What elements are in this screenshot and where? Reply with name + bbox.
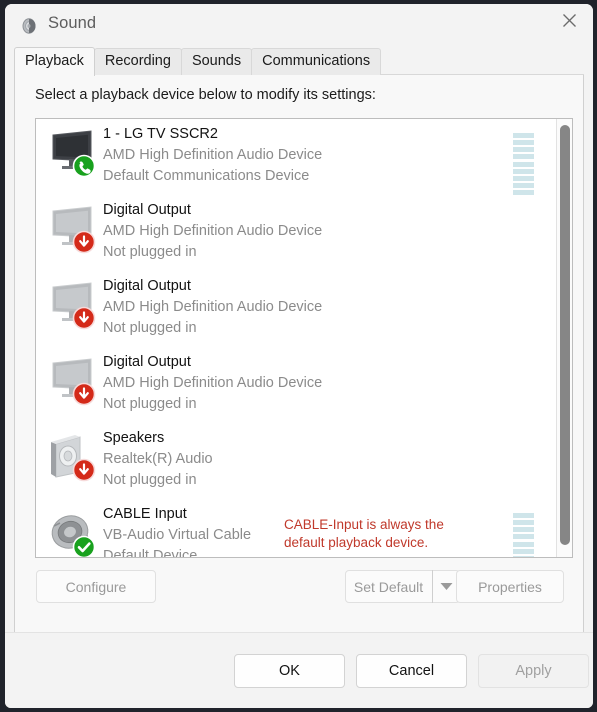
window-client-area: Sound Playback Recording Sounds Communic… xyxy=(5,4,593,708)
device-status: Default Communications Device xyxy=(103,168,310,184)
tv-icon xyxy=(48,204,98,256)
scrollbar-thumb[interactable] xyxy=(560,125,570,545)
playback-device-list[interactable]: 1 - LG TV SSCR2 AMD High Definition Audi… xyxy=(35,118,573,558)
tv-icon xyxy=(48,280,98,332)
volume-meter xyxy=(513,133,534,195)
tab-playback[interactable]: Playback xyxy=(14,47,95,76)
action-button-row: Configure Set Default Properties xyxy=(15,570,583,610)
tab-strip: Playback Recording Sounds Communications xyxy=(14,47,584,76)
volume-meter xyxy=(513,513,534,557)
configure-button[interactable]: Configure xyxy=(36,570,156,603)
device-status: Not plugged in xyxy=(103,244,197,260)
set-default-split-button: Set Default xyxy=(345,570,460,603)
speaker-driver-icon xyxy=(48,508,98,557)
device-text-block: 1 - LG TV SSCR2 AMD High Definition Audi… xyxy=(103,124,403,187)
properties-button[interactable]: Properties xyxy=(456,570,564,603)
device-name: Digital Output xyxy=(103,202,191,218)
device-text-block: Speakers Realtek(R) Audio Not plugged in xyxy=(103,428,403,491)
window-title: Sound xyxy=(48,14,97,32)
tab-communications[interactable]: Communications xyxy=(251,48,382,75)
device-driver: AMD High Definition Audio Device xyxy=(103,223,323,239)
close-icon xyxy=(563,14,576,27)
tv-icon xyxy=(48,128,98,180)
instruction-label: Select a playback device below to modify… xyxy=(35,87,376,103)
tv-icon xyxy=(48,356,98,408)
device-status: Not plugged in xyxy=(103,320,197,336)
list-item[interactable]: Speakers Realtek(R) Audio Not plugged in xyxy=(36,423,557,499)
device-driver: AMD High Definition Audio Device xyxy=(103,375,323,391)
playback-tab-panel: Select a playback device below to modify… xyxy=(14,75,584,635)
annotation-note: CABLE-Input is always the default playba… xyxy=(284,517,444,550)
list-item[interactable]: Digital Output AMD High Definition Audio… xyxy=(36,347,557,423)
device-driver: Realtek(R) Audio xyxy=(103,451,213,467)
title-bar: Sound xyxy=(5,4,593,48)
apply-button[interactable]: Apply xyxy=(478,654,589,688)
device-text-block: Digital Output AMD High Definition Audio… xyxy=(103,200,403,263)
device-name: Speakers xyxy=(103,430,165,446)
list-item[interactable]: Digital Output AMD High Definition Audio… xyxy=(36,271,557,347)
dialog-footer: OK Cancel Apply xyxy=(5,632,593,708)
cancel-button[interactable]: Cancel xyxy=(356,654,467,688)
device-status: Not plugged in xyxy=(103,396,197,412)
speaker-box-icon xyxy=(48,432,98,484)
list-item[interactable]: 1 - LG TV SSCR2 AMD High Definition Audi… xyxy=(36,119,557,195)
ok-button[interactable]: OK xyxy=(234,654,345,688)
device-text-block: Digital Output AMD High Definition Audio… xyxy=(103,276,403,339)
device-name: Digital Output xyxy=(103,278,191,294)
device-driver: AMD High Definition Audio Device xyxy=(103,147,323,163)
device-name: Digital Output xyxy=(103,354,191,370)
device-name: 1 - LG TV SSCR2 xyxy=(103,126,218,142)
list-item[interactable]: CABLE Input VB-Audio Virtual Cable Defau… xyxy=(36,499,557,557)
tab-recording[interactable]: Recording xyxy=(93,48,182,75)
device-status: Not plugged in xyxy=(103,472,197,488)
speaker-icon xyxy=(20,16,40,36)
device-list-viewport: 1 - LG TV SSCR2 AMD High Definition Audi… xyxy=(36,119,557,557)
close-button[interactable] xyxy=(546,4,593,37)
green-phone-badge xyxy=(72,154,96,178)
list-item[interactable]: Digital Output AMD High Definition Audio… xyxy=(36,195,557,271)
device-driver: AMD High Definition Audio Device xyxy=(103,299,323,315)
tab-sounds[interactable]: Sounds xyxy=(180,48,253,75)
green-check-badge xyxy=(72,535,96,557)
device-text-block: Digital Output AMD High Definition Audio… xyxy=(103,352,403,415)
sound-dialog-window: Sound Playback Recording Sounds Communic… xyxy=(0,0,597,712)
device-list-scrollbar[interactable] xyxy=(556,119,572,557)
